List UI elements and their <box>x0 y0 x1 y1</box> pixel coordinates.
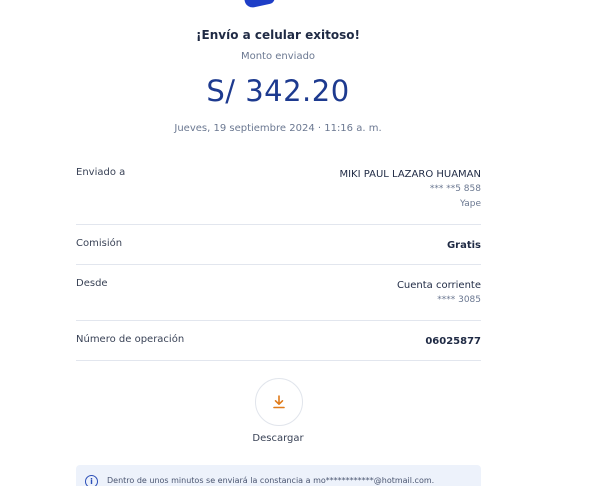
recipient-phone: *** **5 858 <box>429 184 481 194</box>
detail-row-operation: Número de operación 06025877 <box>76 321 481 361</box>
operation-label: Número de operación <box>76 334 185 345</box>
info-banner: i Dentro de unos minutos se enviará la c… <box>76 465 481 486</box>
download-icon <box>273 395 285 409</box>
fee-label: Comisión <box>76 238 123 249</box>
details-list: Enviado a MIKI PAUL LAZARO HUAMAN *** **… <box>76 150 481 361</box>
source-account-number: **** 3085 <box>437 295 481 305</box>
operation-values: 06025877 <box>425 334 481 349</box>
success-icon <box>242 0 276 9</box>
page-title: ¡Envío a celular exitoso! <box>196 28 360 42</box>
info-icon: i <box>85 475 98 486</box>
sent-to-label: Enviado a <box>76 167 126 178</box>
amount-label: Monto enviado <box>240 51 316 62</box>
transfer-receipt: ¡Envío a celular exitoso! Monto enviado … <box>0 0 598 486</box>
transaction-datetime: Jueves, 19 septiembre 2024 · 11:16 a. m. <box>174 123 382 134</box>
detail-row-sent-to: Enviado a MIKI PAUL LAZARO HUAMAN *** **… <box>76 150 481 225</box>
recipient-name: MIKI PAUL LAZARO HUAMAN <box>339 169 481 180</box>
detail-row-fee: Comisión Gratis <box>76 225 481 265</box>
detail-row-from: Desde Cuenta corriente **** 3085 <box>76 265 481 321</box>
operation-number: 06025877 <box>425 336 481 347</box>
download-button[interactable] <box>255 378 303 426</box>
sent-to-values: MIKI PAUL LAZARO HUAMAN *** **5 858 Yape <box>339 167 481 212</box>
info-text: Dentro de unos minutos se enviará la con… <box>107 476 435 485</box>
fee-values: Gratis <box>447 238 481 253</box>
fee-value: Gratis <box>446 240 481 251</box>
amount-value: S/ 342.20 <box>206 74 350 108</box>
recipient-app: Yape <box>459 199 481 209</box>
source-account-type: Cuenta corriente <box>396 280 481 291</box>
from-label: Desde <box>76 278 108 289</box>
download-label[interactable]: Descargar <box>0 433 556 444</box>
from-values: Cuenta corriente **** 3085 <box>397 278 481 308</box>
